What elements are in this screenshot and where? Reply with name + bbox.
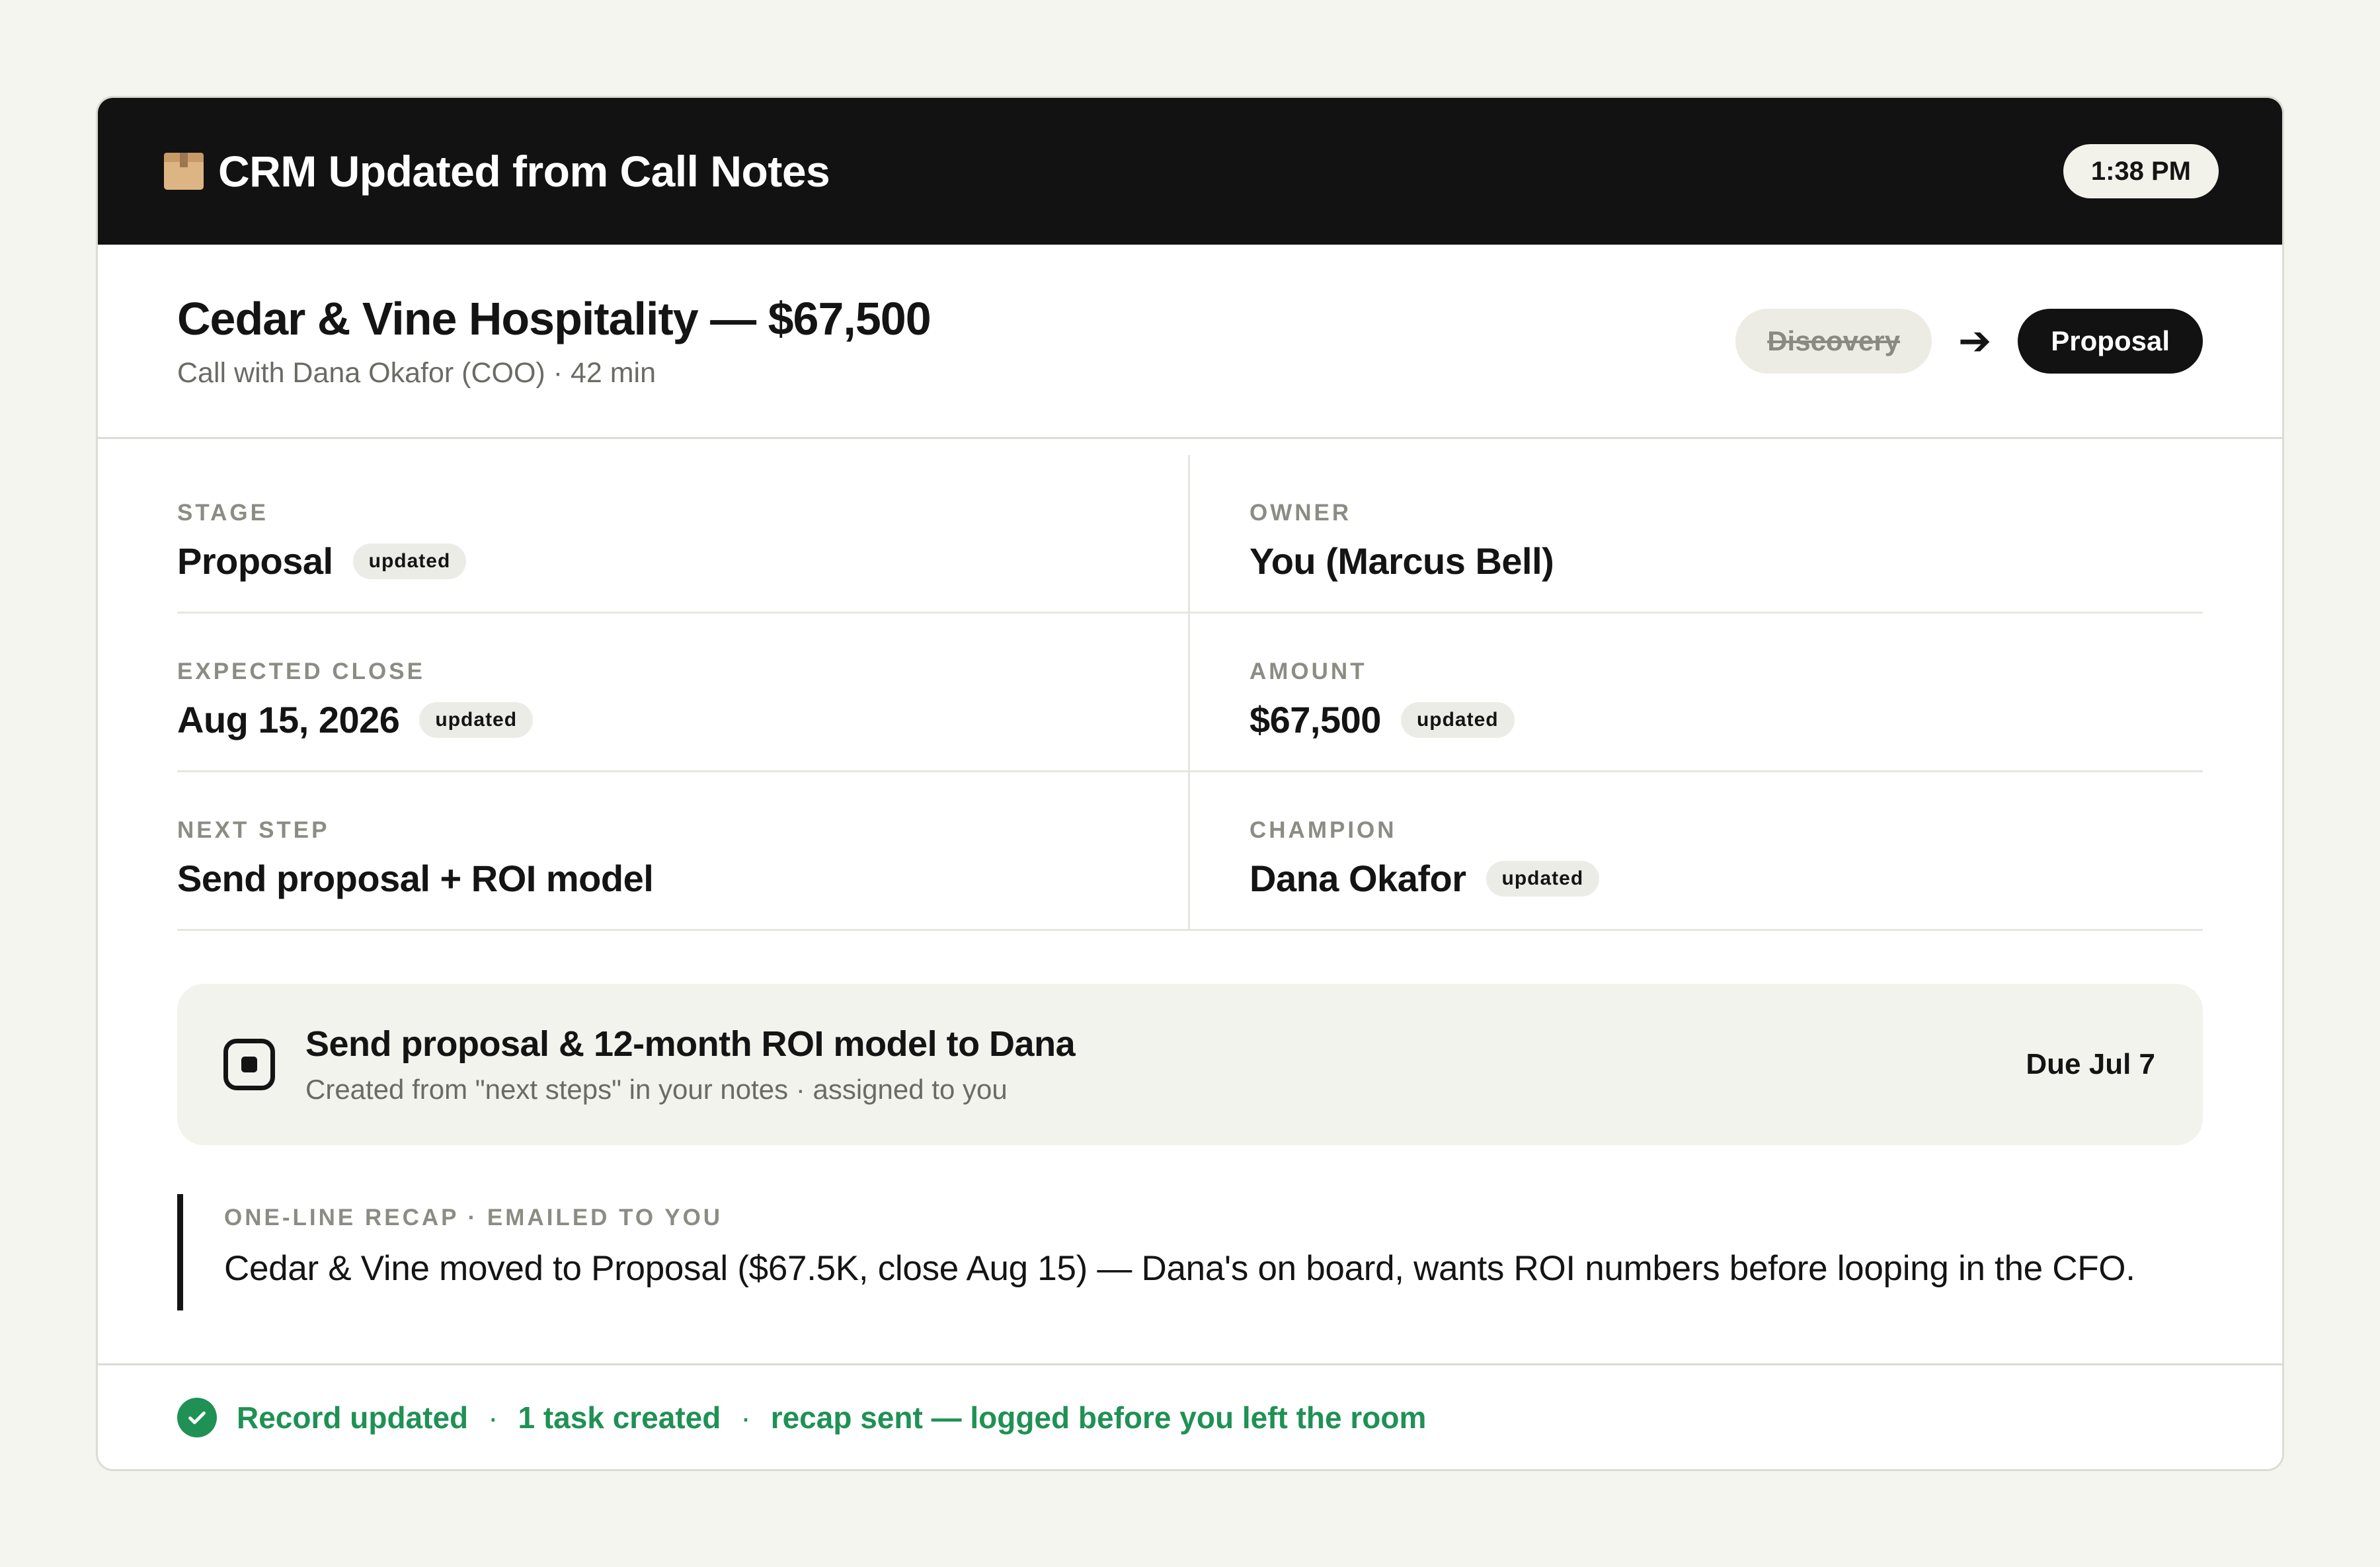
field-expected-close: EXPECTED CLOSE Aug 15, 2026 updated	[177, 614, 1190, 772]
check-circle-icon	[177, 1397, 217, 1437]
stop-square-icon	[241, 1057, 257, 1072]
time-badge: 1:38 PM	[2063, 144, 2219, 198]
task-checkbox[interactable]	[223, 1039, 275, 1090]
deal-header: Cedar & Vine Hospitality — $67,500 Call …	[98, 245, 2282, 439]
separator-dot: ·	[488, 1400, 498, 1435]
recap-label: ONE-LINE RECAP · EMAILED TO YOU	[224, 1205, 723, 1230]
field-label: NEXT STEP	[177, 817, 330, 843]
task-subtitle: Created from "next steps" in your notes …	[305, 1074, 1008, 1105]
updated-badge: updated	[352, 543, 467, 579]
recap-text: Cedar & Vine moved to Proposal ($67.5K, …	[224, 1249, 2135, 1288]
field-value: You (Marcus Bell)	[1250, 540, 1554, 582]
status-recap-sent: recap sent — logged before you left the …	[770, 1400, 1427, 1435]
field-value: Aug 15, 2026	[177, 699, 400, 741]
status-record-updated: Record updated	[237, 1400, 469, 1435]
stage-transition: Discovery ➔ Proposal	[1735, 308, 2203, 374]
field-owner: OWNER You (Marcus Bell)	[1190, 455, 2203, 614]
separator-dot: ·	[740, 1400, 751, 1435]
fields-grid: STAGE Proposal updated OWNER You (Marcus…	[177, 455, 2203, 931]
field-value: Dana Okafor	[1250, 858, 1466, 899]
status-footer: Record updated · 1 task created · recap …	[98, 1363, 2282, 1469]
task-info: Send proposal & 12-month ROI model to Da…	[223, 1024, 1076, 1105]
deal-info: Cedar & Vine Hospitality — $67,500 Call …	[177, 292, 932, 389]
header-title: CRM Updated from Call Notes	[218, 147, 830, 196]
field-label: EXPECTED CLOSE	[177, 659, 425, 684]
field-value: Send proposal + ROI model	[177, 858, 654, 899]
previous-stage-pill: Discovery	[1735, 308, 1932, 374]
updated-badge: updated	[1400, 702, 1515, 738]
field-value: Proposal	[177, 540, 333, 582]
recap-block: ONE-LINE RECAP · EMAILED TO YOU Cedar & …	[177, 1194, 2203, 1310]
field-label: OWNER	[1250, 500, 1352, 526]
field-value: $67,500	[1250, 699, 1381, 741]
header-title-group: CRM Updated from Call Notes	[164, 146, 830, 196]
field-label: STAGE	[177, 500, 268, 526]
crm-update-card: CRM Updated from Call Notes 1:38 PM Ceda…	[96, 96, 2284, 1471]
field-label: AMOUNT	[1250, 659, 1367, 684]
task-title: Send proposal & 12-month ROI model to Da…	[305, 1024, 1076, 1064]
field-label: CHAMPION	[1250, 817, 1397, 843]
task-due-date: Due Jul 7	[2026, 1048, 2155, 1080]
package-box-icon	[164, 153, 204, 190]
updated-badge: updated	[419, 702, 534, 738]
updated-badge: updated	[1486, 860, 1600, 897]
field-stage: STAGE Proposal updated	[177, 455, 1190, 614]
arrow-right-icon: ➔	[1958, 318, 1992, 363]
task-card[interactable]: Send proposal & 12-month ROI model to Da…	[177, 984, 2203, 1145]
field-next-step: NEXT STEP Send proposal + ROI model	[177, 772, 1190, 931]
field-amount: AMOUNT $67,500 updated	[1190, 614, 2203, 772]
header-bar: CRM Updated from Call Notes 1:38 PM	[98, 98, 2282, 245]
deal-title: Cedar & Vine Hospitality — $67,500	[177, 293, 932, 344]
deal-subtitle: Call with Dana Okafor (COO) · 42 min	[177, 357, 656, 389]
new-stage-pill: Proposal	[2018, 308, 2203, 374]
field-champion: CHAMPION Dana Okafor updated	[1190, 772, 2203, 931]
status-task-created: 1 task created	[518, 1400, 721, 1435]
